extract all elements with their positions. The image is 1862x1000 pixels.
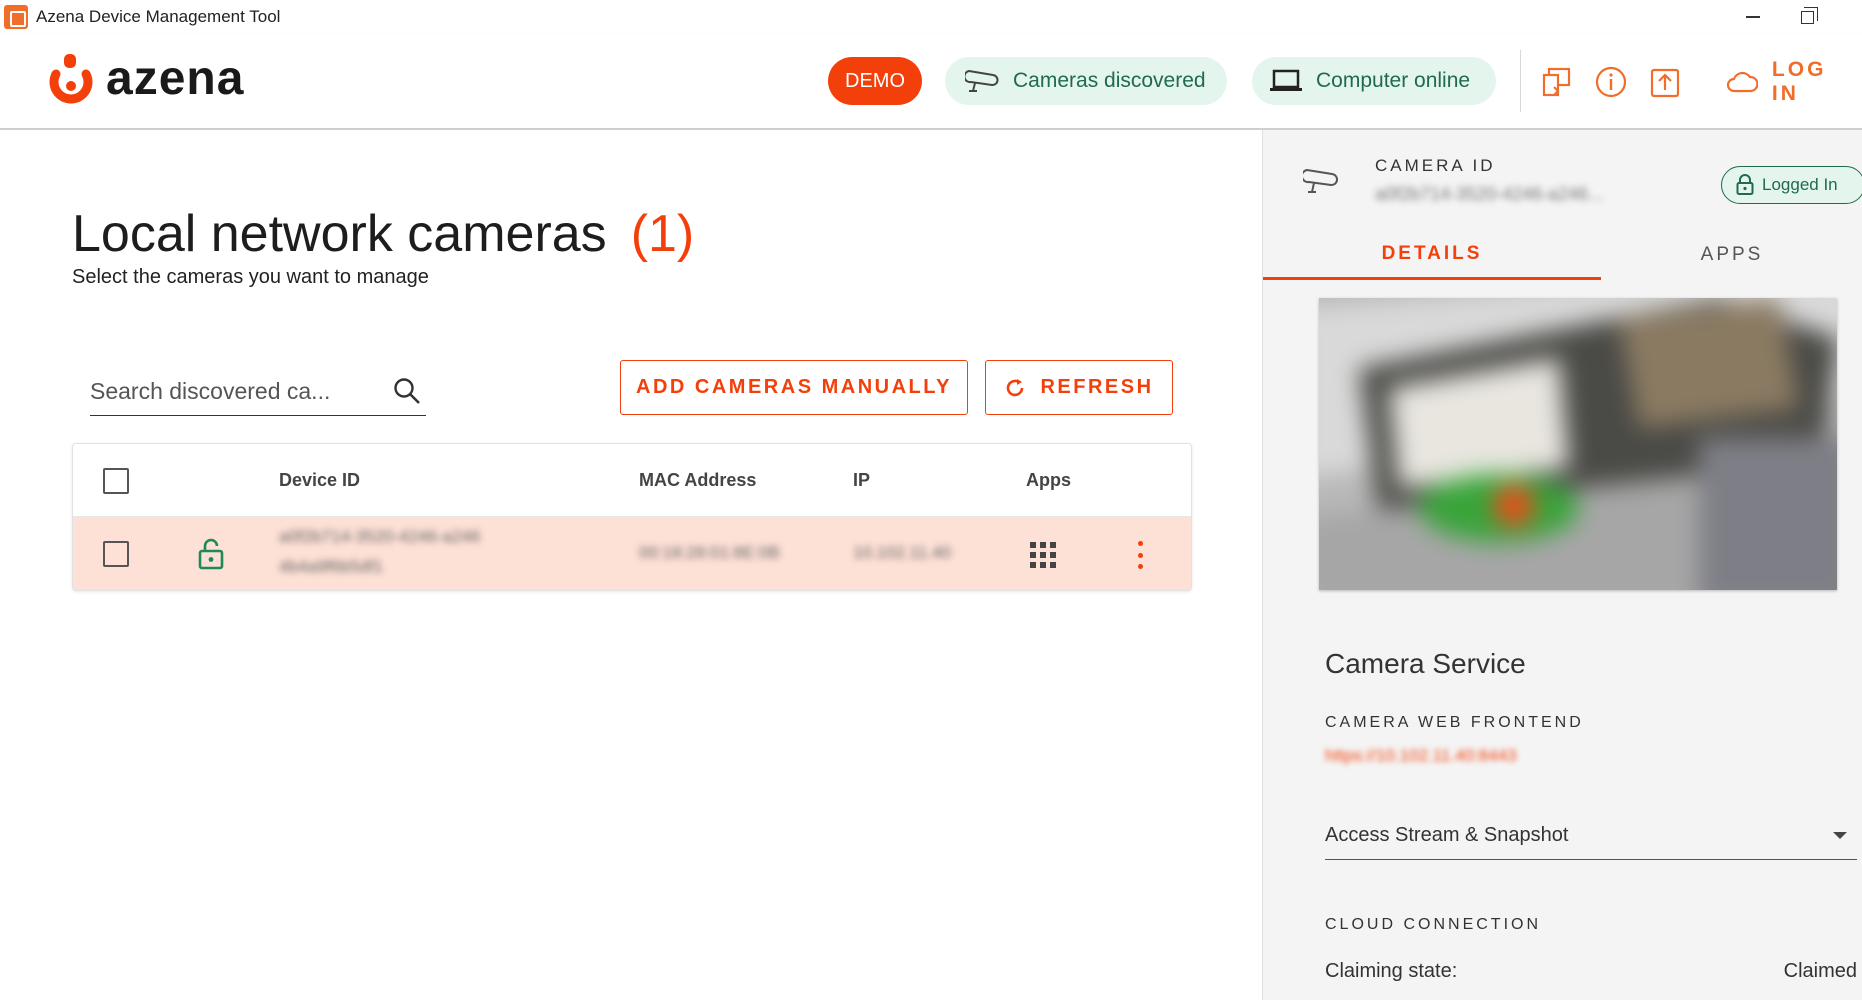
laptop-icon bbox=[1270, 69, 1302, 91]
column-mac-address[interactable]: MAC Address bbox=[639, 470, 756, 491]
logged-in-label: Logged In bbox=[1762, 175, 1838, 194]
computer-online-status: Computer online bbox=[1252, 57, 1496, 105]
upload-icon[interactable] bbox=[1648, 65, 1682, 99]
cameras-discovered-status: Cameras discovered bbox=[945, 57, 1227, 105]
lock-icon bbox=[1736, 174, 1754, 195]
column-device-id[interactable]: Device ID bbox=[279, 470, 360, 491]
window-title: Azena Device Management Tool bbox=[36, 7, 281, 26]
restore-icon bbox=[1800, 6, 1818, 24]
refresh-label: REFRESH bbox=[1040, 376, 1154, 398]
camera-snapshot bbox=[1319, 298, 1837, 590]
mac-address-value: 00:18:28:01:8E:0B bbox=[639, 543, 780, 562]
claiming-state-label: Claiming state: bbox=[1325, 960, 1458, 982]
camera-id-label: CAMERA ID bbox=[1375, 156, 1496, 175]
tab-apps[interactable]: APPS bbox=[1601, 230, 1862, 280]
refresh-button[interactable]: REFRESH bbox=[985, 360, 1173, 415]
azena-logo-icon bbox=[49, 54, 93, 104]
row-checkbox[interactable] bbox=[103, 541, 129, 567]
cloud-connection-label: CLOUD CONNECTION bbox=[1325, 916, 1542, 933]
column-apps: Apps bbox=[1026, 470, 1071, 490]
camera-detail-panel: CAMERA ID a0f2b714-3520-4246-a246... Log… bbox=[1262, 130, 1862, 1000]
page-title: Local network cameras (1) bbox=[72, 204, 694, 264]
unlocked-icon bbox=[198, 538, 224, 570]
table-row[interactable]: a0f2b714-3520-4246-a246 4b4a9f6b5df1 00:… bbox=[73, 517, 1191, 590]
claiming-state-value: Claimed bbox=[1783, 960, 1857, 982]
column-ip[interactable]: IP bbox=[853, 470, 870, 491]
info-icon[interactable] bbox=[1594, 65, 1628, 99]
camera-id-value: a0f2b714-3520-4246-a246... bbox=[1375, 184, 1604, 204]
camera-icon bbox=[965, 69, 999, 92]
camera-icon bbox=[1303, 168, 1338, 193]
access-select-value: Access Stream & Snapshot bbox=[1325, 824, 1569, 846]
header-divider bbox=[1520, 50, 1521, 112]
cloud-icon bbox=[1726, 71, 1758, 93]
claiming-state-row: Claiming state: Claimed bbox=[1325, 960, 1857, 983]
camera-service-title: Camera Service bbox=[1325, 648, 1526, 679]
computer-online-label: Computer online bbox=[1316, 69, 1471, 92]
snapshot-image bbox=[1319, 298, 1837, 590]
logo-text: azena bbox=[106, 52, 245, 105]
main-content: Local network cameras (1) Select the came… bbox=[0, 130, 1262, 1000]
camera-count: (1) bbox=[630, 205, 695, 263]
add-cameras-button[interactable]: ADD CAMERAS MANUALLY bbox=[620, 360, 968, 415]
cameras-table: Device ID MAC Address IP Apps a0f2b714-3… bbox=[72, 443, 1192, 591]
demo-badge[interactable]: DEMO bbox=[828, 57, 922, 105]
device-id-line1: a0f2b714-3520-4246-a246 bbox=[279, 527, 481, 546]
ip-value: 10.102.11.40 bbox=[853, 543, 951, 562]
access-select[interactable]: Access Stream & Snapshot bbox=[1325, 818, 1857, 860]
azena-logo[interactable]: azena bbox=[46, 52, 244, 106]
refresh-icon bbox=[1007, 378, 1024, 396]
chevron-down-icon bbox=[1833, 832, 1847, 839]
apps-grid-icon[interactable] bbox=[1030, 542, 1056, 568]
restore-button[interactable] bbox=[1780, 0, 1834, 34]
search-icon[interactable] bbox=[392, 376, 422, 406]
cast-icon[interactable] bbox=[1540, 65, 1574, 99]
search-input[interactable] bbox=[90, 374, 380, 408]
web-frontend-link[interactable]: https://10.102.11.40:8443 bbox=[1325, 746, 1517, 766]
panel-tabs: DETAILS APPS bbox=[1263, 230, 1862, 280]
tab-details[interactable]: DETAILS bbox=[1263, 230, 1601, 280]
select-all-checkbox[interactable] bbox=[103, 468, 129, 494]
more-options-icon[interactable] bbox=[1135, 541, 1145, 569]
minimize-icon bbox=[1746, 16, 1760, 18]
logged-in-badge: Logged In bbox=[1721, 166, 1862, 204]
title-bar: Azena Device Management Tool bbox=[0, 0, 1862, 34]
device-id-line2: 4b4a9f6b5df1 bbox=[279, 557, 383, 576]
web-frontend-label: CAMERA WEB FRONTEND bbox=[1325, 714, 1584, 731]
minimize-button[interactable] bbox=[1726, 0, 1780, 34]
page-subtitle: Select the cameras you want to manage bbox=[72, 266, 429, 288]
login-label: LOG IN bbox=[1771, 58, 1827, 105]
app-header: azena DEMO Cameras discovered Computer o… bbox=[0, 34, 1862, 130]
page-title-text: Local network cameras bbox=[72, 205, 607, 263]
cameras-discovered-label: Cameras discovered bbox=[1013, 69, 1206, 92]
azena-app-icon bbox=[4, 5, 28, 29]
login-button[interactable]: LOG IN bbox=[1726, 58, 1862, 105]
table-header: Device ID MAC Address IP Apps bbox=[73, 444, 1191, 517]
search-box bbox=[90, 366, 426, 416]
